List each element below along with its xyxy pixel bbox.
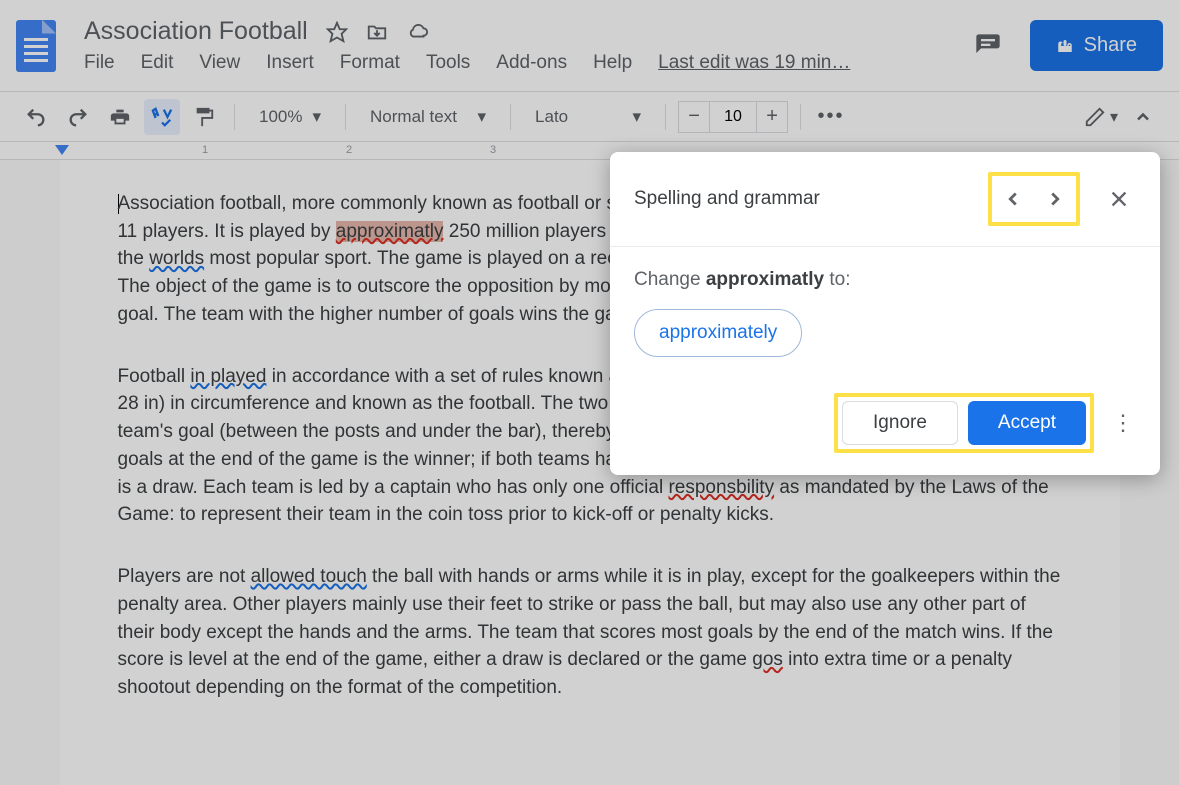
paint-format-button[interactable] <box>186 99 222 135</box>
indent-marker-icon[interactable] <box>55 145 69 155</box>
font-size-group: − + <box>678 101 788 133</box>
accept-button[interactable]: Accept <box>968 401 1086 445</box>
collapse-button[interactable] <box>1125 99 1161 135</box>
menu-insert[interactable]: Insert <box>266 52 314 74</box>
close-panel-button[interactable] <box>1102 182 1136 216</box>
last-edit-link[interactable]: Last edit was 19 min… <box>658 52 850 74</box>
paragraph[interactable]: Players are not allowed touch the ball w… <box>118 563 1062 702</box>
font-size-decrease[interactable]: − <box>678 101 710 133</box>
undo-button[interactable] <box>18 99 54 135</box>
ruler-mark: 3 <box>490 144 496 156</box>
more-tools-button[interactable]: ••• <box>813 99 849 135</box>
more-options-button[interactable]: ⋮ <box>1108 410 1138 436</box>
spelling-grammar-panel: Spelling and grammar Change approximatly… <box>610 152 1160 475</box>
comments-icon[interactable] <box>974 32 1002 60</box>
toolbar: 100%▾ Normal text▾ Lato▾ − + ••• ▾ <box>0 92 1179 142</box>
font-size-increase[interactable]: + <box>756 101 788 133</box>
spelling-error[interactable]: gos <box>752 649 783 670</box>
highlighted-error[interactable]: approximatly <box>336 221 444 242</box>
grammar-error[interactable]: worlds <box>149 248 204 269</box>
prev-error-button[interactable] <box>992 176 1034 222</box>
editing-mode-button[interactable]: ▾ <box>1083 99 1119 135</box>
grammar-error[interactable]: allowed touch <box>251 566 367 587</box>
menu-help[interactable]: Help <box>593 52 632 74</box>
font-size-input[interactable] <box>710 101 756 133</box>
ignore-button[interactable]: Ignore <box>842 401 958 445</box>
star-icon[interactable] <box>326 21 348 43</box>
change-line: Change approximatly to: <box>634 269 1136 291</box>
font-select[interactable]: Lato▾ <box>523 107 653 127</box>
menu-format[interactable]: Format <box>340 52 400 74</box>
style-select[interactable]: Normal text▾ <box>358 107 498 127</box>
spelling-error[interactable]: responsbility <box>668 477 774 498</box>
redo-button[interactable] <box>60 99 96 135</box>
menu-edit[interactable]: Edit <box>141 52 174 74</box>
document-title[interactable]: Association Football <box>84 17 308 46</box>
header-bar: Association Football File Edit View Inse… <box>0 0 1179 92</box>
suggestion-chip[interactable]: approximately <box>634 309 802 357</box>
spellcheck-button[interactable] <box>144 99 180 135</box>
title-block: Association Football File Edit View Inse… <box>84 17 850 74</box>
share-button[interactable]: Share <box>1030 20 1163 71</box>
ruler-mark: 2 <box>346 144 352 156</box>
menu-tools[interactable]: Tools <box>426 52 470 74</box>
move-icon[interactable] <box>366 21 388 43</box>
menu-file[interactable]: File <box>84 52 115 74</box>
docs-icon[interactable] <box>16 20 56 72</box>
ruler-mark: 1 <box>202 144 208 156</box>
grammar-error[interactable]: in played <box>190 366 266 387</box>
zoom-select[interactable]: 100%▾ <box>247 107 333 127</box>
menu-addons[interactable]: Add-ons <box>496 52 567 74</box>
menu-view[interactable]: View <box>199 52 240 74</box>
next-error-button[interactable] <box>1034 176 1076 222</box>
nav-buttons-highlight <box>988 172 1080 226</box>
menu-bar: File Edit View Insert Format Tools Add-o… <box>84 52 850 74</box>
cloud-icon[interactable] <box>406 21 430 43</box>
panel-title: Spelling and grammar <box>634 188 820 210</box>
action-buttons-highlight: Ignore Accept <box>834 393 1094 453</box>
share-label: Share <box>1084 34 1137 57</box>
print-button[interactable] <box>102 99 138 135</box>
